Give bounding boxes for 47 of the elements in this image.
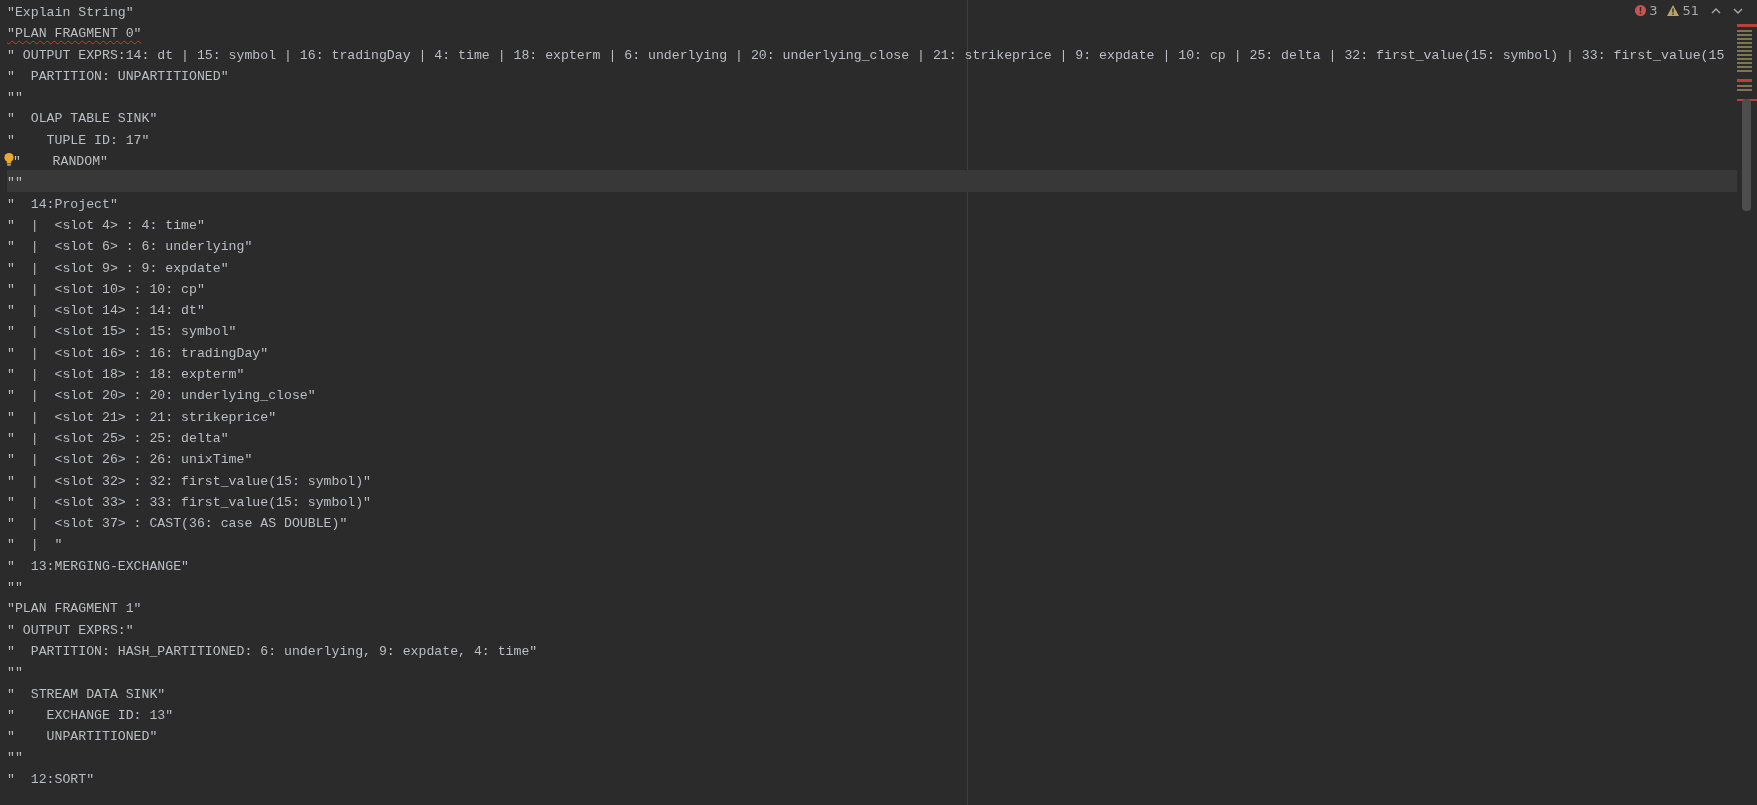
- code-line: " TUPLE ID: 17": [7, 132, 150, 148]
- warning-icon[interactable]: [1667, 5, 1680, 16]
- code-line: " | <slot 15> : 15: symbol": [7, 324, 237, 340]
- scrollbar-drawing[interactable]: [1737, 24, 1757, 214]
- code-line: " | <slot 9> : 9: expdate": [7, 260, 229, 276]
- next-highlight-button[interactable]: [1733, 7, 1743, 14]
- code-line: " | <slot 14> : 14: dt": [7, 303, 205, 319]
- code-line: " | <slot 33> : 33: first_value(15: symbol)": [7, 494, 372, 510]
- code-line: "": [7, 665, 23, 681]
- code-line: " PARTITION: HASH_PARTITIONED: 6: underlying, 9: expdate, 4: time": [7, 643, 538, 659]
- code-line: "": [7, 580, 23, 595]
- code-line: " | <slot 10> : 10: cp": [7, 281, 205, 297]
- error-count: 3: [1649, 3, 1658, 18]
- code-line: " 13:MERGING-EXCHANGE": [7, 558, 190, 574]
- code-line: "": [7, 175, 23, 191]
- error-icon[interactable]: [1635, 5, 1647, 16]
- code-line: " OUTPUT EXPRS:": [7, 622, 134, 638]
- code-line: "Explain String": [7, 5, 134, 20]
- code-line: " | ": [7, 537, 63, 553]
- code-line: " | <slot 37> : CAST(36: case AS DOUBLE)": [7, 516, 348, 532]
- lightbulb-icon[interactable]: [4, 153, 14, 167]
- code-line: " | <slot 32> : 32: first_value(15: symbol)": [7, 473, 372, 489]
- code-line: "": [7, 750, 23, 766]
- code-line: " UNPARTITIONED": [7, 729, 158, 745]
- code-line: "": [7, 90, 23, 106]
- code-line: " 14:Project": [7, 196, 118, 212]
- code-line: "PLAN FRAGMENT 0": [7, 26, 142, 42]
- warning-count: 51: [1682, 3, 1699, 18]
- code-line: " | <slot 18> : 18: expterm": [7, 367, 245, 383]
- previous-highlight-button[interactable]: [1711, 7, 1721, 14]
- code-line: " | <slot 4> : 4: time": [7, 217, 205, 233]
- code-line: " STREAM DATA SINK": [7, 686, 166, 702]
- code-line: " | <slot 26> : 26: unixTime": [7, 452, 253, 468]
- code-line: " EXCHANGE ID: 13": [7, 707, 174, 723]
- chevron-down-icon: [1733, 7, 1743, 14]
- code-line: " | <slot 16> : 16: tradingDay": [7, 345, 269, 361]
- code-line: " RANDOM": [13, 154, 108, 170]
- code-line: " OLAP TABLE SINK": [7, 111, 158, 127]
- code-line: " | <slot 6> : 6: underlying": [7, 239, 253, 255]
- code-line: " PARTITION: UNPARTITIONED": [7, 68, 229, 84]
- code-line: " | <slot 25> : 25: delta": [7, 430, 229, 446]
- code-line: " | <slot 21> : 21: strikeprice": [7, 409, 277, 425]
- code-line: "PLAN FRAGMENT 1": [7, 601, 142, 617]
- chevron-up-icon: [1711, 7, 1721, 14]
- code-line: " 12:SORT": [7, 771, 95, 787]
- code-line: " | <slot 20> : 20: underlying_close": [7, 388, 316, 404]
- code-line: " OUTPUT EXPRS:14: dt | 15: symbol | 16: tradingDay | 4: time | 18: expterm | 6: underlying | 20: underlying_close | 21: strikeprice | 9: expdate | 10: cp | 25: delta | 32: first_value(15: symbol) | 33: first_value(15: [7, 47, 1725, 63]
